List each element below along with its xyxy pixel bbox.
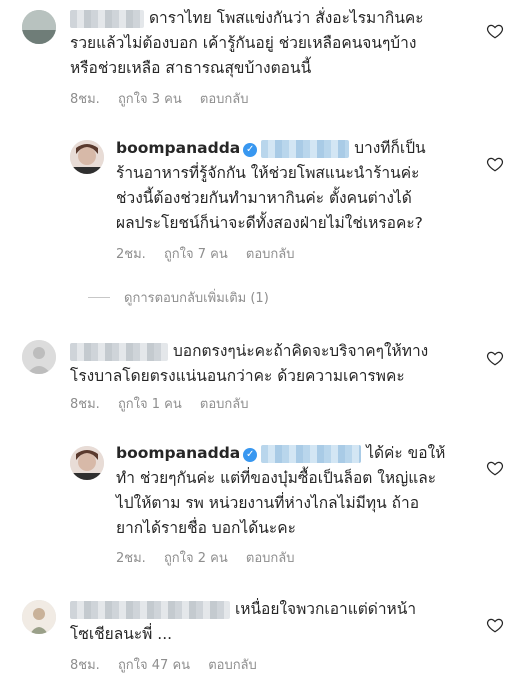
avatar[interactable] — [22, 600, 56, 634]
heart-outline-icon[interactable] — [486, 349, 504, 367]
comment-meta: 2ชม. ถูกใจ 7 คน ตอบกลับ — [116, 243, 309, 264]
comment-line: ร้านอาหารที่รู้จักกัน ให้ช่วยโพสแนะนำร้า… — [116, 164, 420, 182]
comment-meta: 8ชม. ถูกใจ 47 คน ตอบกลับ — [70, 654, 271, 675]
blurred-mention[interactable] — [261, 139, 350, 158]
comment-text: boompanadda ✓ บางทีก็เป็น ร้านอาหารที่รู้… — [116, 136, 426, 236]
avatar[interactable] — [70, 140, 104, 174]
reply-button[interactable]: ตอบกลับ — [246, 247, 295, 262]
blurred-username[interactable] — [70, 342, 168, 361]
view-more-replies[interactable]: ดูการตอบกลับเพิ่มเติม (1) — [88, 287, 269, 308]
comment-meta: 2ชม. ถูกใจ 2 คน ตอบกลับ — [116, 547, 309, 568]
divider — [88, 297, 110, 298]
reply-button[interactable]: ตอบกลับ — [200, 92, 249, 107]
avatar-image — [70, 446, 104, 480]
comment-line: ไปให้ตาม รพ หน่วยงานที่ห่างไกลไม่มีทุน ถ… — [116, 494, 420, 512]
heart-outline-icon[interactable] — [486, 22, 504, 40]
heart-outline-icon[interactable] — [486, 616, 504, 634]
comment-line: เหนื่อยใจพวกเอาแต่ด่าหน้า — [234, 600, 417, 618]
verified-badge-icon: ✓ — [243, 448, 258, 462]
timestamp: 2ชม. — [116, 551, 146, 566]
comment-line: รวยแล้วไม่ต้องบอก เค้ารู้กันอยู่ ช่วยเหล… — [70, 34, 417, 52]
avatar-image — [22, 600, 56, 634]
likes-count[interactable]: ถูกใจ 47 คน — [118, 658, 190, 673]
avatar[interactable] — [22, 10, 56, 44]
verified-badge-icon: ✓ — [243, 143, 258, 157]
comment-line: ผลประโยชน์ก็น่าจะดีทั้งสองฝ่ายไม่ใช่เหรอ… — [116, 214, 423, 232]
avatar-image — [22, 10, 56, 44]
blurred-username[interactable] — [70, 600, 230, 619]
comment-line: หรือช่วยเหลือ สาธารณสุขบ้างตอนนี้ — [70, 59, 312, 77]
timestamp: 8ชม. — [70, 397, 100, 412]
avatar-image — [22, 340, 56, 374]
username[interactable]: boompanadda — [116, 444, 240, 462]
comment-line: ช่วงนี้ต้องช่วยกันทำมาหากินค่ะ ตั้งคนต่า… — [116, 189, 412, 207]
comment-line: บอกตรงๆน่ะคะถ้าคิดจะบริจาคๆให้ทาง — [172, 342, 429, 360]
avatar[interactable] — [22, 340, 56, 374]
blurred-mention[interactable] — [261, 444, 362, 463]
reply-button[interactable]: ตอบกลับ — [200, 397, 249, 412]
comment-line: ยากได้รายชื่อ บอกได้นะคะ — [116, 519, 296, 537]
heart-outline-icon[interactable] — [486, 459, 504, 477]
comment-meta: 8ชม. ถูกใจ 1 คน ตอบกลับ — [70, 393, 263, 414]
heart-outline-icon[interactable] — [486, 155, 504, 173]
comment-text: บอกตรงๆน่ะคะถ้าคิดจะบริจาคๆให้ทาง โรงบาล… — [70, 339, 428, 389]
comment-text: เหนื่อยใจพวกเอาแต่ด่าหน้า โซเชียลนะพี่ .… — [70, 597, 416, 647]
blurred-username[interactable] — [70, 9, 144, 28]
likes-count[interactable]: ถูกใจ 3 คน — [118, 92, 182, 107]
timestamp: 8ชม. — [70, 658, 100, 673]
view-more-replies-label: ดูการตอบกลับเพิ่มเติม (1) — [124, 291, 269, 306]
comment-line: ทำ ช่วยๆกันค่ะ แต่ที่ของบุ๋มซื้อเป็นล็อต… — [116, 469, 437, 487]
comment-line: โรงบาลโดยตรงแน่นอนกว่าคะ ด้วยความเคารพคะ — [70, 367, 405, 385]
comment-line: โซเชียลนะพี่ ... — [70, 625, 173, 643]
likes-count[interactable]: ถูกใจ 7 คน — [164, 247, 228, 262]
avatar[interactable] — [70, 446, 104, 480]
likes-count[interactable]: ถูกใจ 2 คน — [164, 551, 228, 566]
timestamp: 8ชม. — [70, 92, 100, 107]
likes-count[interactable]: ถูกใจ 1 คน — [118, 397, 182, 412]
comment-meta: 8ชม. ถูกใจ 3 คน ตอบกลับ — [70, 88, 263, 109]
reply-button[interactable]: ตอบกลับ — [246, 551, 295, 566]
comment-text: ดาราไทย โพสแข่งกันว่า สั่งอะไรมากินคะ รว… — [70, 6, 424, 81]
comment-text: boompanadda ✓ ได้ค่ะ ขอให้ ทำ ช่วยๆกันค่ะ… — [116, 441, 445, 541]
username[interactable]: boompanadda — [116, 139, 240, 157]
avatar-image — [70, 140, 104, 174]
reply-button[interactable]: ตอบกลับ — [208, 658, 257, 673]
comment-line: ได้ค่ะ ขอให้ — [366, 444, 446, 462]
comment-line: ดาราไทย โพสแข่งกันว่า สั่งอะไรมากินคะ — [148, 9, 424, 27]
timestamp: 2ชม. — [116, 247, 146, 262]
comment-line: บางทีก็เป็น — [354, 139, 426, 157]
